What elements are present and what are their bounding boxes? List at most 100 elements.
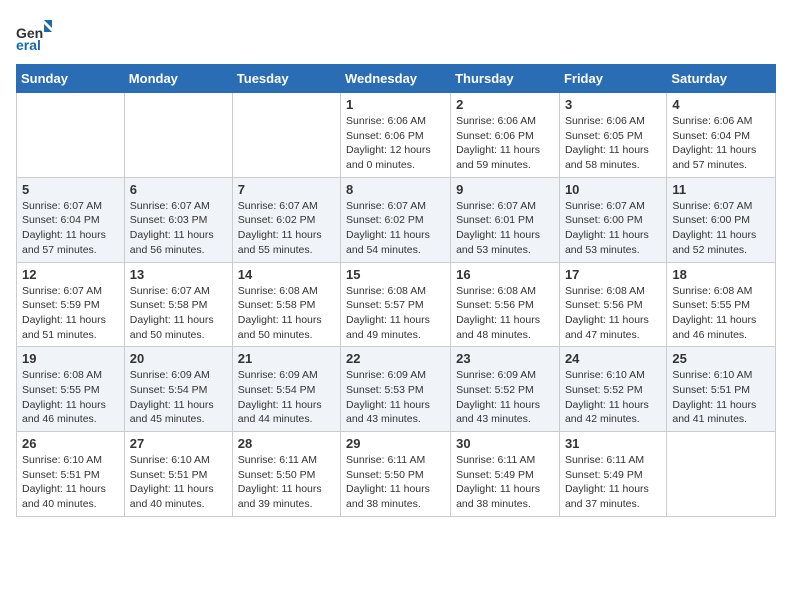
- day-number: 11: [672, 182, 770, 197]
- day-info: Sunrise: 6:06 AM Sunset: 6:05 PM Dayligh…: [565, 114, 661, 173]
- day-info: Sunrise: 6:11 AM Sunset: 5:50 PM Dayligh…: [238, 453, 335, 512]
- day-info: Sunrise: 6:10 AM Sunset: 5:51 PM Dayligh…: [672, 368, 770, 427]
- calendar-cell: 21 Sunrise: 6:09 AM Sunset: 5:54 PM Dayli…: [232, 347, 340, 432]
- day-number: 23: [456, 351, 554, 366]
- day-info: Sunrise: 6:07 AM Sunset: 6:00 PM Dayligh…: [565, 199, 661, 258]
- day-info: Sunrise: 6:06 AM Sunset: 6:06 PM Dayligh…: [346, 114, 445, 173]
- calendar-header-monday: Monday: [124, 65, 232, 93]
- calendar-cell: 17 Sunrise: 6:08 AM Sunset: 5:56 PM Dayli…: [559, 262, 666, 347]
- calendar-cell: 25Sunrise: 6:10 AM Sunset: 5:51 PM Dayli…: [667, 347, 776, 432]
- calendar-cell: 1 Sunrise: 6:06 AM Sunset: 6:06 PM Daylig…: [341, 93, 451, 178]
- day-info: Sunrise: 6:07 AM Sunset: 6:04 PM Dayligh…: [22, 199, 119, 258]
- day-info: Sunrise: 6:08 AM Sunset: 5:55 PM Dayligh…: [22, 368, 119, 427]
- day-number: 21: [238, 351, 335, 366]
- day-info: Sunrise: 6:08 AM Sunset: 5:57 PM Dayligh…: [346, 284, 445, 343]
- day-number: 13: [130, 267, 227, 282]
- calendar-cell: 14 Sunrise: 6:08 AM Sunset: 5:58 PM Dayli…: [232, 262, 340, 347]
- day-info: Sunrise: 6:11 AM Sunset: 5:50 PM Dayligh…: [346, 453, 445, 512]
- day-info: Sunrise: 6:07 AM Sunset: 5:59 PM Dayligh…: [22, 284, 119, 343]
- day-number: 15: [346, 267, 445, 282]
- logo-icon: Gen eral: [16, 16, 52, 52]
- calendar-cell: 26 Sunrise: 6:10 AM Sunset: 5:51 PM Dayli…: [17, 432, 125, 517]
- calendar-week-3: 12 Sunrise: 6:07 AM Sunset: 5:59 PM Dayli…: [17, 262, 776, 347]
- day-number: 17: [565, 267, 661, 282]
- calendar-header-thursday: Thursday: [451, 65, 560, 93]
- day-info: Sunrise: 6:10 AM Sunset: 5:51 PM Dayligh…: [22, 453, 119, 512]
- day-number: 28: [238, 436, 335, 451]
- calendar-cell: 11 Sunrise: 6:07 AM Sunset: 6:00 PM Dayli…: [667, 177, 776, 262]
- day-info: Sunrise: 6:08 AM Sunset: 5:58 PM Dayligh…: [238, 284, 335, 343]
- calendar-cell: 6 Sunrise: 6:07 AM Sunset: 6:03 PM Daylig…: [124, 177, 232, 262]
- day-number: 20: [130, 351, 227, 366]
- day-number: 7: [238, 182, 335, 197]
- calendar-cell: [124, 93, 232, 178]
- calendar-cell: 4Sunrise: 6:06 AM Sunset: 6:04 PM Daylig…: [667, 93, 776, 178]
- calendar-cell: 2 Sunrise: 6:06 AM Sunset: 6:06 PM Daylig…: [451, 93, 560, 178]
- calendar-cell: 19 Sunrise: 6:08 AM Sunset: 5:55 PM Dayli…: [17, 347, 125, 432]
- day-info: Sunrise: 6:11 AM Sunset: 5:49 PM Dayligh…: [565, 453, 661, 512]
- day-number: 5: [22, 182, 119, 197]
- calendar-cell: 27 Sunrise: 6:10 AM Sunset: 5:51 PM Dayli…: [124, 432, 232, 517]
- calendar-cell: 8 Sunrise: 6:07 AM Sunset: 6:02 PM Daylig…: [341, 177, 451, 262]
- calendar-cell: 31 Sunrise: 6:11 AM Sunset: 5:49 PM Dayli…: [559, 432, 666, 517]
- day-info: Sunrise: 6:07 AM Sunset: 6:00 PM Dayligh…: [672, 199, 770, 258]
- day-number: 29: [346, 436, 445, 451]
- day-info: Sunrise: 6:07 AM Sunset: 6:02 PM Dayligh…: [238, 199, 335, 258]
- day-number: 16: [456, 267, 554, 282]
- calendar-header-wednesday: Wednesday: [341, 65, 451, 93]
- day-info: Sunrise: 6:09 AM Sunset: 5:54 PM Dayligh…: [130, 368, 227, 427]
- day-number: 26: [22, 436, 119, 451]
- calendar-table: SundayMondayTuesdayWednesdayThursdayFrid…: [16, 64, 776, 517]
- day-info: Sunrise: 6:08 AM Sunset: 5:56 PM Dayligh…: [456, 284, 554, 343]
- calendar-cell: [667, 432, 776, 517]
- day-info: Sunrise: 6:09 AM Sunset: 5:52 PM Dayligh…: [456, 368, 554, 427]
- calendar-header-row: SundayMondayTuesdayWednesdayThursdayFrid…: [17, 65, 776, 93]
- svg-text:eral: eral: [16, 37, 41, 52]
- day-number: 6: [130, 182, 227, 197]
- calendar-week-4: 19 Sunrise: 6:08 AM Sunset: 5:55 PM Dayli…: [17, 347, 776, 432]
- calendar-cell: [17, 93, 125, 178]
- calendar-header-saturday: Saturday: [667, 65, 776, 93]
- calendar-cell: 3 Sunrise: 6:06 AM Sunset: 6:05 PM Daylig…: [559, 93, 666, 178]
- day-info: Sunrise: 6:08 AM Sunset: 5:56 PM Dayligh…: [565, 284, 661, 343]
- day-number: 30: [456, 436, 554, 451]
- calendar-cell: 12 Sunrise: 6:07 AM Sunset: 5:59 PM Dayli…: [17, 262, 125, 347]
- day-number: 14: [238, 267, 335, 282]
- calendar-cell: 20 Sunrise: 6:09 AM Sunset: 5:54 PM Dayli…: [124, 347, 232, 432]
- calendar-cell: 9Sunrise: 6:07 AM Sunset: 6:01 PM Daylig…: [451, 177, 560, 262]
- day-info: Sunrise: 6:10 AM Sunset: 5:51 PM Dayligh…: [130, 453, 227, 512]
- day-number: 24: [565, 351, 661, 366]
- day-info: Sunrise: 6:06 AM Sunset: 6:04 PM Dayligh…: [672, 114, 770, 173]
- calendar-week-5: 26 Sunrise: 6:10 AM Sunset: 5:51 PM Dayli…: [17, 432, 776, 517]
- calendar-header-tuesday: Tuesday: [232, 65, 340, 93]
- calendar-cell: 10Sunrise: 6:07 AM Sunset: 6:00 PM Dayli…: [559, 177, 666, 262]
- calendar-cell: 28 Sunrise: 6:11 AM Sunset: 5:50 PM Dayli…: [232, 432, 340, 517]
- day-number: 19: [22, 351, 119, 366]
- day-info: Sunrise: 6:08 AM Sunset: 5:55 PM Dayligh…: [672, 284, 770, 343]
- day-info: Sunrise: 6:09 AM Sunset: 5:53 PM Dayligh…: [346, 368, 445, 427]
- calendar-cell: [232, 93, 340, 178]
- day-info: Sunrise: 6:10 AM Sunset: 5:52 PM Dayligh…: [565, 368, 661, 427]
- calendar-cell: 23 Sunrise: 6:09 AM Sunset: 5:52 PM Dayli…: [451, 347, 560, 432]
- day-number: 22: [346, 351, 445, 366]
- day-number: 1: [346, 97, 445, 112]
- calendar-cell: 30Sunrise: 6:11 AM Sunset: 5:49 PM Dayli…: [451, 432, 560, 517]
- day-number: 31: [565, 436, 661, 451]
- day-info: Sunrise: 6:06 AM Sunset: 6:06 PM Dayligh…: [456, 114, 554, 173]
- day-info: Sunrise: 6:09 AM Sunset: 5:54 PM Dayligh…: [238, 368, 335, 427]
- calendar-week-2: 5 Sunrise: 6:07 AM Sunset: 6:04 PM Daylig…: [17, 177, 776, 262]
- day-info: Sunrise: 6:07 AM Sunset: 6:02 PM Dayligh…: [346, 199, 445, 258]
- calendar-cell: 22 Sunrise: 6:09 AM Sunset: 5:53 PM Dayli…: [341, 347, 451, 432]
- day-number: 3: [565, 97, 661, 112]
- day-info: Sunrise: 6:07 AM Sunset: 6:03 PM Dayligh…: [130, 199, 227, 258]
- day-number: 12: [22, 267, 119, 282]
- page-header: Gen eral: [16, 16, 776, 52]
- day-number: 18: [672, 267, 770, 282]
- calendar-cell: 13 Sunrise: 6:07 AM Sunset: 5:58 PM Dayli…: [124, 262, 232, 347]
- calendar-header-sunday: Sunday: [17, 65, 125, 93]
- day-info: Sunrise: 6:07 AM Sunset: 5:58 PM Dayligh…: [130, 284, 227, 343]
- day-number: 8: [346, 182, 445, 197]
- day-number: 2: [456, 97, 554, 112]
- day-number: 27: [130, 436, 227, 451]
- day-info: Sunrise: 6:07 AM Sunset: 6:01 PM Dayligh…: [456, 199, 554, 258]
